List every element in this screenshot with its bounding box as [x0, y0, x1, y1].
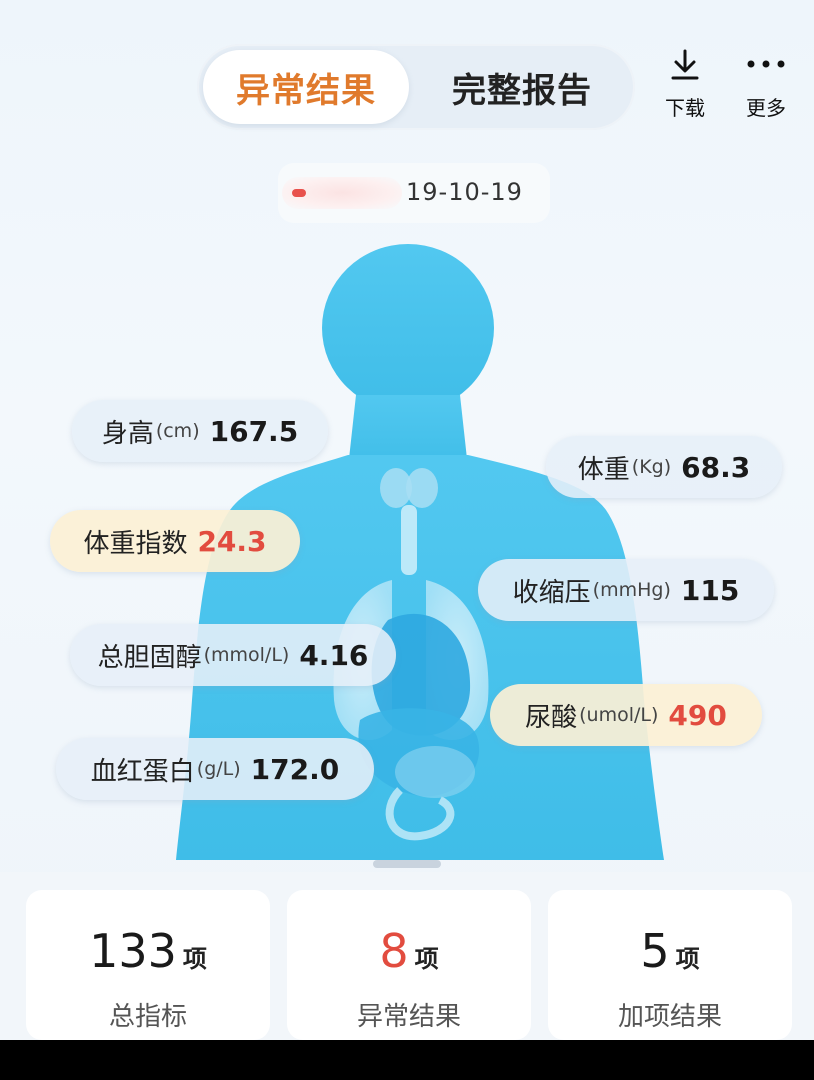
stat-added-count: 5 [640, 924, 670, 978]
metric-systolic-pressure[interactable]: 收缩压 (mmHg) 115 [478, 559, 774, 621]
stat-added-number: 5项 [548, 924, 792, 978]
metric-weight-unit: (Kg) [631, 456, 672, 478]
metric-systolic-value: 115 [680, 573, 740, 607]
report-screen: 异常结果 完整报告 下载 更多 19-10-19 身高 (cm) 167.5 体… [0, 0, 814, 1040]
metric-height-name: 身高 [101, 418, 154, 449]
metric-cholesterol-name: 总胆固醇 [97, 642, 202, 673]
bottom-black-strip [0, 1040, 814, 1080]
stat-abnormal-number: 8项 [287, 924, 531, 978]
metric-systolic-unit: (mmHg) [592, 579, 671, 601]
metric-weight[interactable]: 体重 (Kg) 68.3 [546, 436, 782, 498]
metric-bmi-name: 体重指数 [83, 528, 188, 559]
stat-abnormal-label: 异常结果 [356, 1002, 461, 1032]
stat-abnormal-results[interactable]: 8项 异常结果 [287, 890, 531, 1040]
stat-abnormal-count: 8 [379, 924, 409, 978]
metric-height-unit: (cm) [155, 420, 200, 442]
metric-bmi-value: 24.3 [197, 524, 267, 558]
metric-cholesterol-value: 4.16 [299, 638, 369, 672]
metric-weight-value: 68.3 [681, 450, 751, 484]
metric-weight-name: 体重 [577, 454, 630, 485]
summary-stats: 133 项 总指标 8项 异常结果 5项 加项结果 [0, 872, 814, 1040]
metric-uric-acid[interactable]: 尿酸 (umol/L) 490 [490, 684, 762, 746]
metric-height-value: 167.5 [209, 414, 299, 448]
stat-added-unit: 项 [675, 945, 700, 973]
sheet-drag-handle[interactable] [373, 860, 441, 868]
metric-bmi[interactable]: 体重指数 24.3 [50, 510, 300, 572]
stat-total-label: 总指标 [108, 1002, 187, 1032]
stat-total-number: 133 项 [26, 924, 270, 978]
metric-hemoglobin-name: 血红蛋白 [90, 756, 195, 787]
stat-total-indicators[interactable]: 133 项 总指标 [26, 890, 270, 1040]
metric-hemoglobin-value: 172.0 [250, 752, 340, 786]
metric-uric-acid-unit: (umol/L) [579, 704, 659, 726]
stat-total-count: 133 [89, 924, 177, 978]
metric-height[interactable]: 身高 (cm) 167.5 [72, 400, 328, 462]
stat-abnormal-unit: 项 [414, 945, 439, 973]
stat-total-unit: 项 [182, 945, 207, 973]
metric-systolic-name: 收缩压 [512, 577, 591, 608]
metric-cholesterol-unit: (mmol/L) [203, 644, 290, 666]
stat-added-items[interactable]: 5项 加项结果 [548, 890, 792, 1040]
stat-added-label: 加项结果 [617, 1002, 722, 1032]
metric-hemoglobin[interactable]: 血红蛋白 (g/L) 172.0 [56, 738, 374, 800]
metric-uric-acid-value: 490 [668, 698, 727, 732]
metric-uric-acid-name: 尿酸 [525, 702, 578, 733]
metric-total-cholesterol[interactable]: 总胆固醇 (mmol/L) 4.16 [70, 624, 396, 686]
metric-hemoglobin-unit: (g/L) [196, 758, 241, 780]
